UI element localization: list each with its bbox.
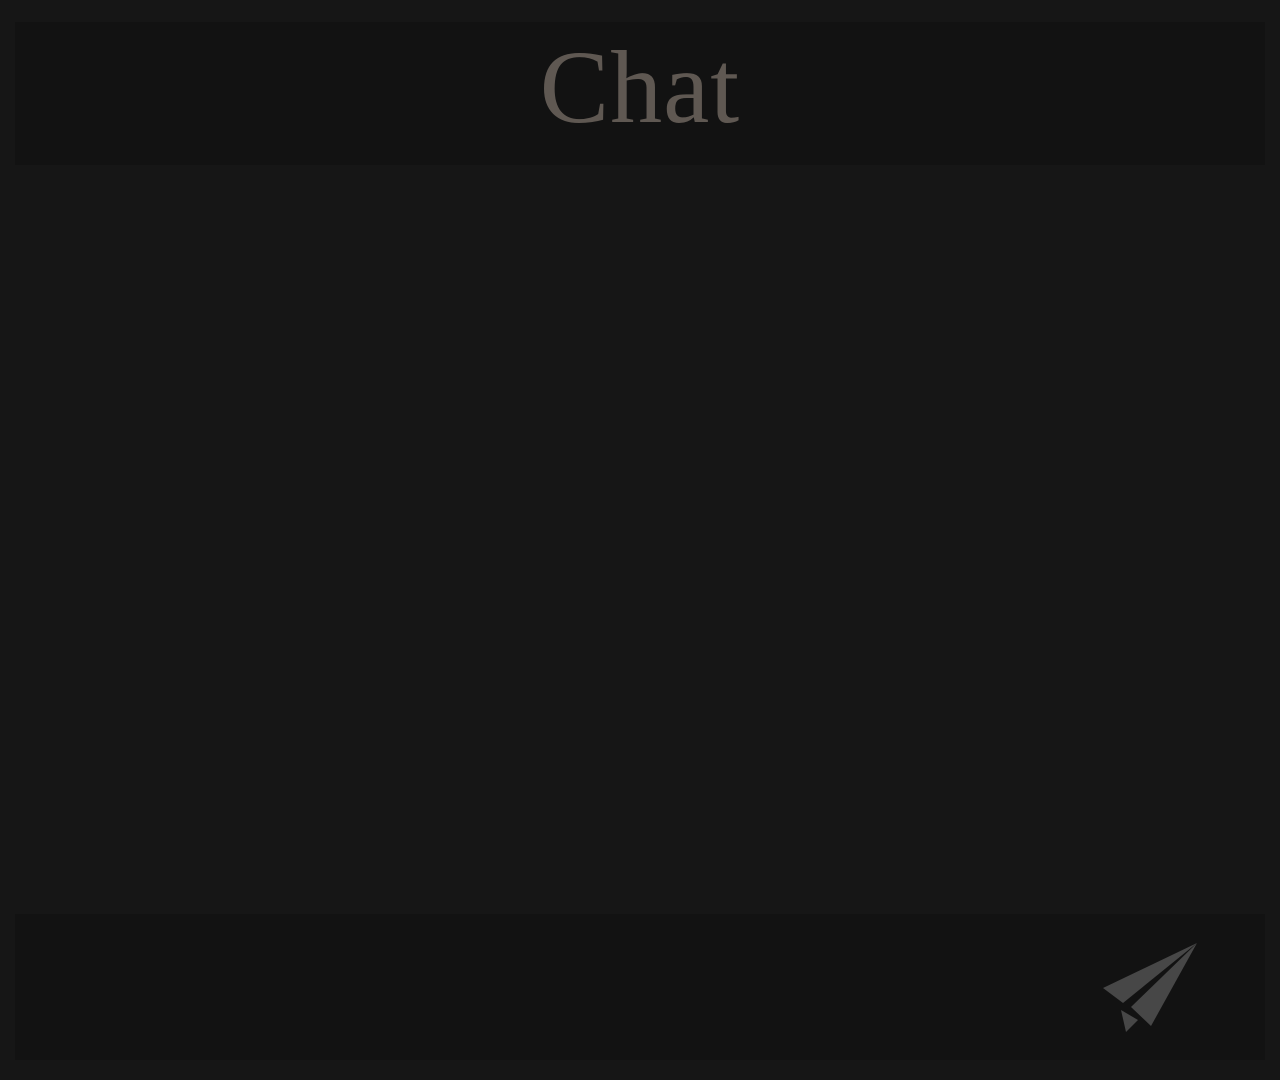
chat-window: Chat	[15, 22, 1265, 1060]
send-button[interactable]	[1095, 932, 1205, 1042]
page-title: Chat	[539, 29, 741, 145]
message-list[interactable]	[15, 165, 1265, 914]
message-input[interactable]	[39, 934, 1073, 1044]
paper-plane-icon	[1103, 942, 1197, 1032]
chat-header: Chat	[15, 22, 1265, 165]
message-composer	[15, 914, 1265, 1060]
